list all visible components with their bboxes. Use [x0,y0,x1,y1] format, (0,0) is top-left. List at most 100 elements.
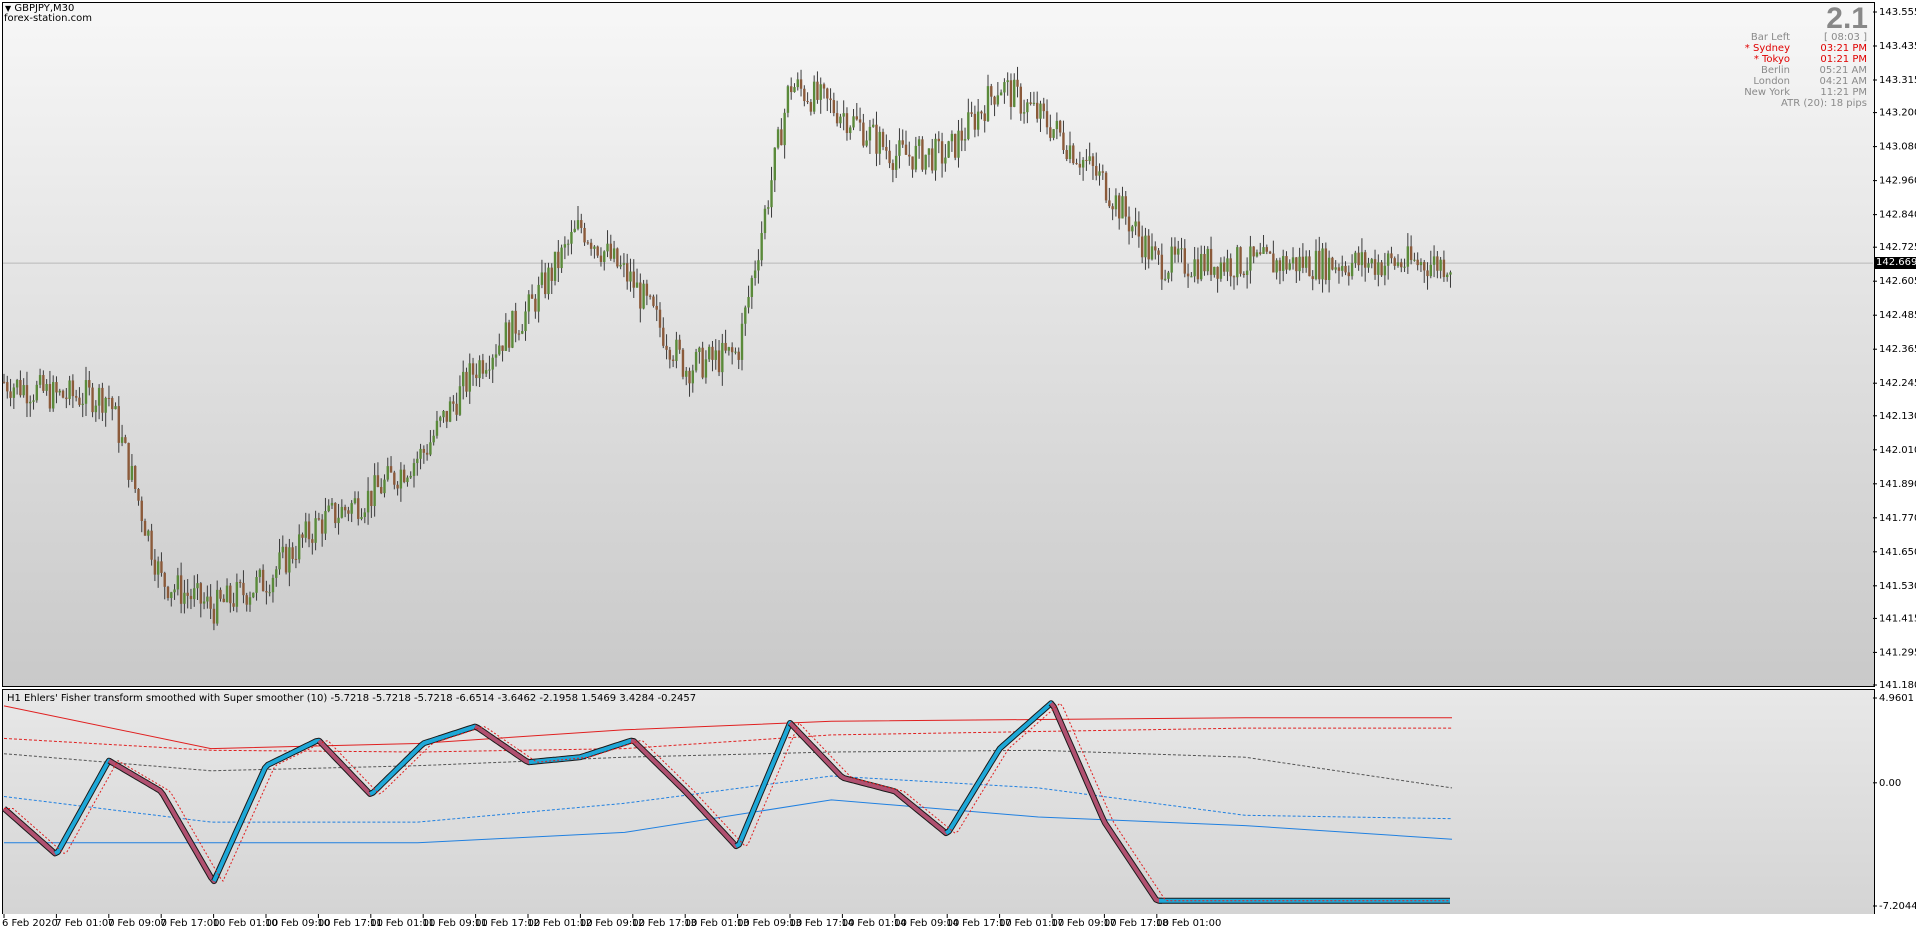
price-axis-label: 142.840 [1879,210,1916,221]
candle-body [268,592,271,594]
candle-body [1200,253,1203,280]
candle-body [511,310,514,348]
candle-body [189,595,193,600]
candle-body [904,144,908,155]
price-axis-label: 143.435 [1879,41,1916,52]
candle-body [534,298,537,312]
dropdown-arrow-icon[interactable]: ▼ [5,4,11,13]
candle-body [967,112,970,140]
candle-body [314,518,317,543]
candle-body [957,130,960,158]
candle-body [671,359,675,361]
candle-body [1354,252,1357,263]
candle-body [278,552,281,570]
candle-body [796,79,799,88]
candle-body [698,347,701,352]
candle-body [986,86,990,121]
candle-body [842,113,845,117]
info-value: 01:21 PM [1820,54,1867,65]
candle-body [1272,253,1275,273]
candle-body [1009,80,1013,107]
indicator-level-red-solid [3,705,1452,750]
time-axis-label: 6 Feb 2020 [2,918,58,929]
candle-body [147,530,150,536]
candle-body [714,350,717,360]
candle-body [1380,262,1383,276]
candle-body [1072,145,1075,164]
candle-body [337,517,340,524]
candle-body [589,242,593,249]
fisher-line-down [2,806,59,856]
candle-body [1042,103,1045,112]
candle-body [1370,259,1373,264]
price-axis-label: 141.180 [1879,680,1916,691]
candle-body [760,233,763,261]
candle-body [566,243,570,245]
candle-body [888,150,891,164]
candle-body [225,585,229,603]
candle-body [265,591,268,593]
candle-body [1134,221,1137,227]
candle-body [924,154,927,170]
source-label: forex-station.com [4,13,92,24]
candle-body [1400,262,1403,268]
candle-body [429,442,432,455]
candle-body [908,154,911,157]
candle-body [1091,156,1095,166]
candle-body [1334,267,1337,270]
candle-body [156,561,160,575]
candle-body [1186,273,1190,277]
info-label: * Tokyo [1753,54,1790,65]
candle-body [1160,254,1164,280]
price-axis-label: 141.530 [1879,581,1916,592]
price-axis-label: 142.485 [1879,310,1916,321]
candle-body [1036,102,1039,119]
candle-body [970,112,973,114]
candle-body [996,95,1000,105]
candle-body [458,386,462,415]
candle-body [993,96,996,105]
candle-body [612,248,616,259]
candle-body [826,88,829,99]
indicator-axis-label: 0.00 [1879,778,1901,789]
candle-body [29,401,32,404]
candle-body [1154,246,1157,251]
candle-body [291,547,294,559]
candle-body [242,582,245,596]
candle-body [885,146,888,151]
info-label: London [1753,76,1790,87]
candle-body [1213,266,1216,275]
candle-body [422,448,426,453]
candle-body [1232,276,1236,278]
candle-body [61,390,65,398]
candle-body [770,180,773,208]
candle-body [179,575,183,604]
candle-body [1449,272,1452,275]
candle-body [366,490,370,513]
candle-body [1442,259,1446,278]
candle-body [1196,259,1200,280]
candle-body [1029,102,1032,104]
candle-body [439,417,442,421]
candle-body [124,437,127,443]
candle-body [212,608,216,624]
candle-body [1095,165,1098,176]
price-axis-label: 141.295 [1879,647,1916,658]
candle-body [914,145,918,170]
candle-body [1137,221,1141,237]
candle-body [1298,256,1301,272]
candle-body [1357,252,1360,266]
candle-body [222,598,225,603]
candle-body [1403,266,1406,268]
candle-body [849,127,852,134]
candle-body [238,582,242,584]
candle-body [737,351,740,360]
fisher-line-down [630,738,740,849]
candle-body [1216,266,1219,279]
candle-body [875,124,878,154]
candle-body [311,539,314,543]
price-axis-label: 142.725 [1879,242,1916,253]
candle-body [753,270,757,279]
price-axis-label: 142.365 [1879,344,1916,355]
candle-body [334,502,337,524]
